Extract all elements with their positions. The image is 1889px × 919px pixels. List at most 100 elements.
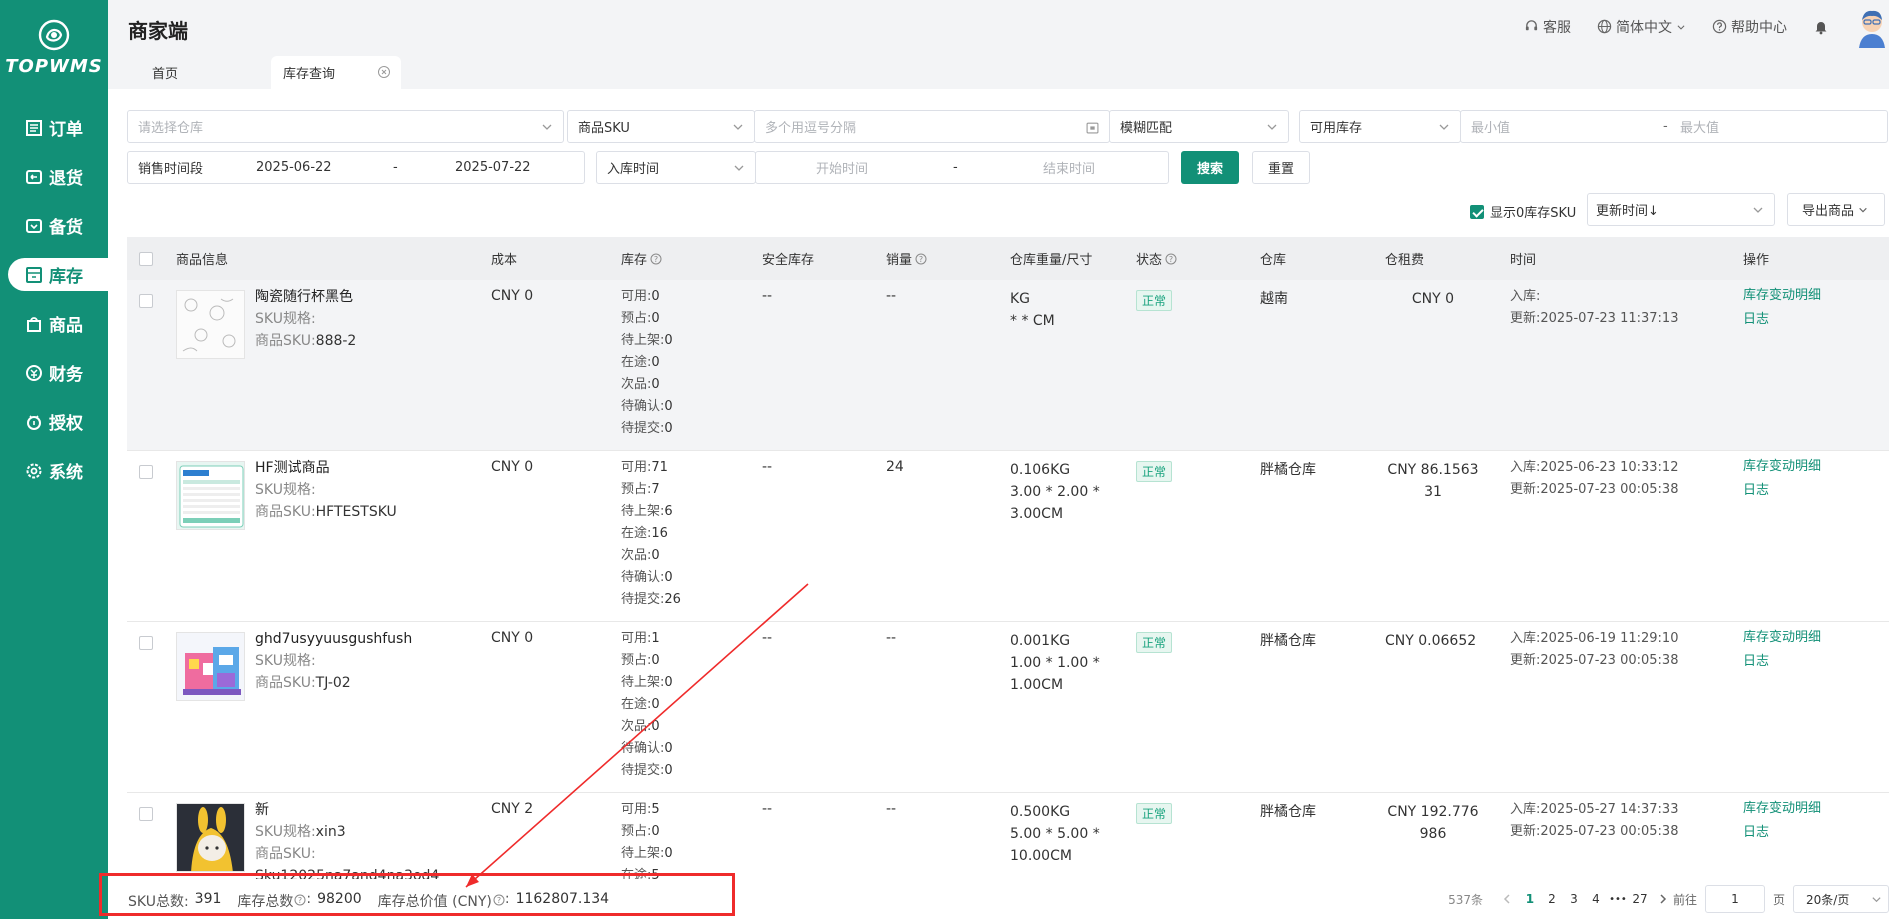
stock-available: 可用:1	[621, 628, 673, 650]
min-value-placeholder[interactable]: 最小值	[1471, 117, 1510, 136]
logo-mark-icon	[38, 19, 70, 51]
main-content: 请选择仓库 商品SKU 多个用逗号分隔 模糊匹配 可用库存 最小值 - 最大值 …	[108, 89, 1889, 919]
reset-button[interactable]: 重置	[1252, 151, 1310, 184]
stock-label: 预占:	[621, 653, 652, 668]
stock-pending-shelf: 待上架:6	[621, 501, 681, 523]
question-icon[interactable]: ?	[1165, 253, 1177, 265]
stock-range-input[interactable]: 最小值 - 最大值	[1460, 110, 1888, 143]
sales-value: --	[886, 801, 897, 817]
sidebar-item-returns[interactable]: 退货	[0, 152, 108, 201]
row-checkbox[interactable]	[139, 465, 153, 479]
row-checkbox[interactable]	[139, 294, 153, 308]
stock-change-detail-link[interactable]: 库存变动明细	[1743, 455, 1821, 479]
log-link[interactable]: 日志	[1743, 479, 1821, 503]
page-item[interactable]: 2	[1541, 892, 1563, 906]
row-checkbox[interactable]	[139, 807, 153, 821]
sort-value: 更新时间↓	[1596, 204, 1659, 219]
sidebar-item-stock-prep[interactable]: 备货	[0, 201, 108, 250]
tab-home[interactable]: 首页	[136, 56, 236, 89]
chevron-left-icon[interactable]	[1501, 893, 1513, 905]
sidebar-item-orders[interactable]: 订单	[0, 103, 108, 152]
sales-period-range[interactable]: 销售时间段 2025-06-22 - 2025-07-22	[127, 151, 585, 184]
sales-period-label: 销售时间段	[138, 162, 204, 177]
size-value: 5.00 * 5.00 * 10.00CM	[1010, 826, 1100, 864]
annotation-highlight-box	[99, 873, 735, 916]
sidebar-item-auth[interactable]: 授权	[0, 397, 108, 446]
col-label: 操作	[1743, 253, 1770, 268]
page-ellipsis[interactable]: •••	[1607, 894, 1629, 905]
stock-value: 5	[651, 802, 660, 817]
bell-icon[interactable]	[1813, 19, 1829, 35]
stock-change-detail-link[interactable]: 库存变动明细	[1743, 626, 1821, 650]
chevron-right-icon[interactable]	[1657, 893, 1669, 905]
sales-end-date[interactable]: 2025-07-22	[455, 160, 531, 175]
sidebar-item-system[interactable]: 系统	[0, 446, 108, 495]
log-link[interactable]: 日志	[1743, 308, 1821, 332]
page-item[interactable]: 4	[1585, 892, 1607, 906]
sku-input[interactable]: 多个用逗号分隔	[754, 110, 1110, 143]
select-all-checkbox[interactable]	[139, 251, 153, 266]
end-time-placeholder[interactable]: 结束时间	[1043, 158, 1095, 177]
question-icon[interactable]: ?	[650, 253, 662, 265]
stock-type-select[interactable]: 可用库存	[1299, 110, 1461, 143]
max-value-placeholder[interactable]: 最大值	[1680, 117, 1719, 136]
sales-value: 24	[886, 459, 904, 475]
export-products-button[interactable]: 导出商品	[1787, 193, 1885, 226]
stock-reserved: 预占:0	[621, 308, 673, 330]
language-selector[interactable]: 简体中文	[1597, 17, 1686, 37]
select-all-cell[interactable]	[139, 237, 153, 280]
sidebar-item-label: 订单	[49, 120, 83, 140]
row-checkbox[interactable]	[139, 636, 153, 650]
tab-inventory-query[interactable]: 库存查询	[271, 56, 401, 89]
stock-value: 0	[664, 741, 673, 756]
sales-start-date[interactable]: 2025-06-22	[256, 160, 332, 175]
question-icon[interactable]: ?	[915, 253, 927, 265]
time-label: 入库:	[1510, 631, 1541, 646]
start-time-placeholder[interactable]: 开始时间	[816, 158, 868, 177]
stock-change-detail-link[interactable]: 库存变动明细	[1743, 284, 1821, 308]
page-item[interactable]: 3	[1563, 892, 1585, 906]
help-center-link[interactable]: 帮助中心	[1712, 17, 1787, 37]
product-info: 新 SKU规格:xin3 商品SKU: Sku12025na7and4na3od…	[255, 799, 439, 879]
time-value: 2025-06-23 10:33:12	[1540, 460, 1679, 475]
avatar[interactable]	[1855, 5, 1889, 48]
updated-time: 更新:2025-07-23 00:05:38	[1510, 650, 1678, 672]
logo: TOPWMS	[0, 18, 108, 77]
time-type-select[interactable]: 入库时间	[596, 151, 756, 184]
stock-value: 26	[664, 592, 681, 607]
time-label: 更新:	[1510, 653, 1541, 668]
col-warehouse: 仓库	[1260, 237, 1286, 280]
sku-type-select[interactable]: 商品SKU	[567, 110, 755, 143]
sidebar-item-label: 退货	[49, 169, 83, 189]
page-item[interactable]: 27	[1629, 892, 1651, 906]
log-link[interactable]: 日志	[1743, 821, 1821, 845]
show-zero-stock-toggle[interactable]: 显示0库存SKU	[1470, 202, 1576, 221]
stock-value: 0	[664, 675, 673, 690]
sidebar-item-inventory[interactable]: 库存	[0, 250, 108, 299]
table-header: 商品信息 成本 库存? 安全库存 销量? 仓库重量/尺寸 状态? 仓库 仓租费 …	[127, 237, 1889, 280]
sidebar-item-products[interactable]: 商品	[0, 299, 108, 348]
customer-service-link[interactable]: 客服	[1524, 17, 1571, 37]
search-button[interactable]: 搜索	[1181, 151, 1239, 184]
warehouse-select[interactable]: 请选择仓库	[127, 110, 564, 143]
page-size-select[interactable]: 20条/页	[1793, 885, 1889, 913]
date-range-input[interactable]: 开始时间 - 结束时间	[755, 151, 1169, 184]
page-item[interactable]: 1	[1519, 892, 1541, 906]
stock-change-detail-link[interactable]: 库存变动明细	[1743, 797, 1821, 821]
product-name: 陶瓷随行杯黑色	[255, 289, 353, 305]
paste-icon[interactable]	[1086, 121, 1099, 134]
stock-label: 可用:	[621, 460, 652, 475]
size-value: * * CM	[1010, 313, 1055, 329]
sidebar-item-finance[interactable]: 财务	[0, 348, 108, 397]
help-icon	[1712, 19, 1727, 34]
match-mode-select[interactable]: 模糊匹配	[1109, 110, 1289, 143]
stock-available: 可用:5	[621, 799, 673, 821]
close-icon[interactable]	[377, 65, 391, 79]
show-zero-checkbox[interactable]	[1470, 204, 1484, 219]
goto-page-input[interactable]: 1	[1704, 885, 1765, 913]
svg-text:?: ?	[1169, 255, 1173, 264]
sort-select[interactable]: 更新时间↓	[1587, 193, 1775, 226]
tab-inventory-label: 库存查询	[283, 67, 336, 82]
warehouse-value: 胖橘仓库	[1260, 633, 1316, 649]
log-link[interactable]: 日志	[1743, 650, 1821, 674]
